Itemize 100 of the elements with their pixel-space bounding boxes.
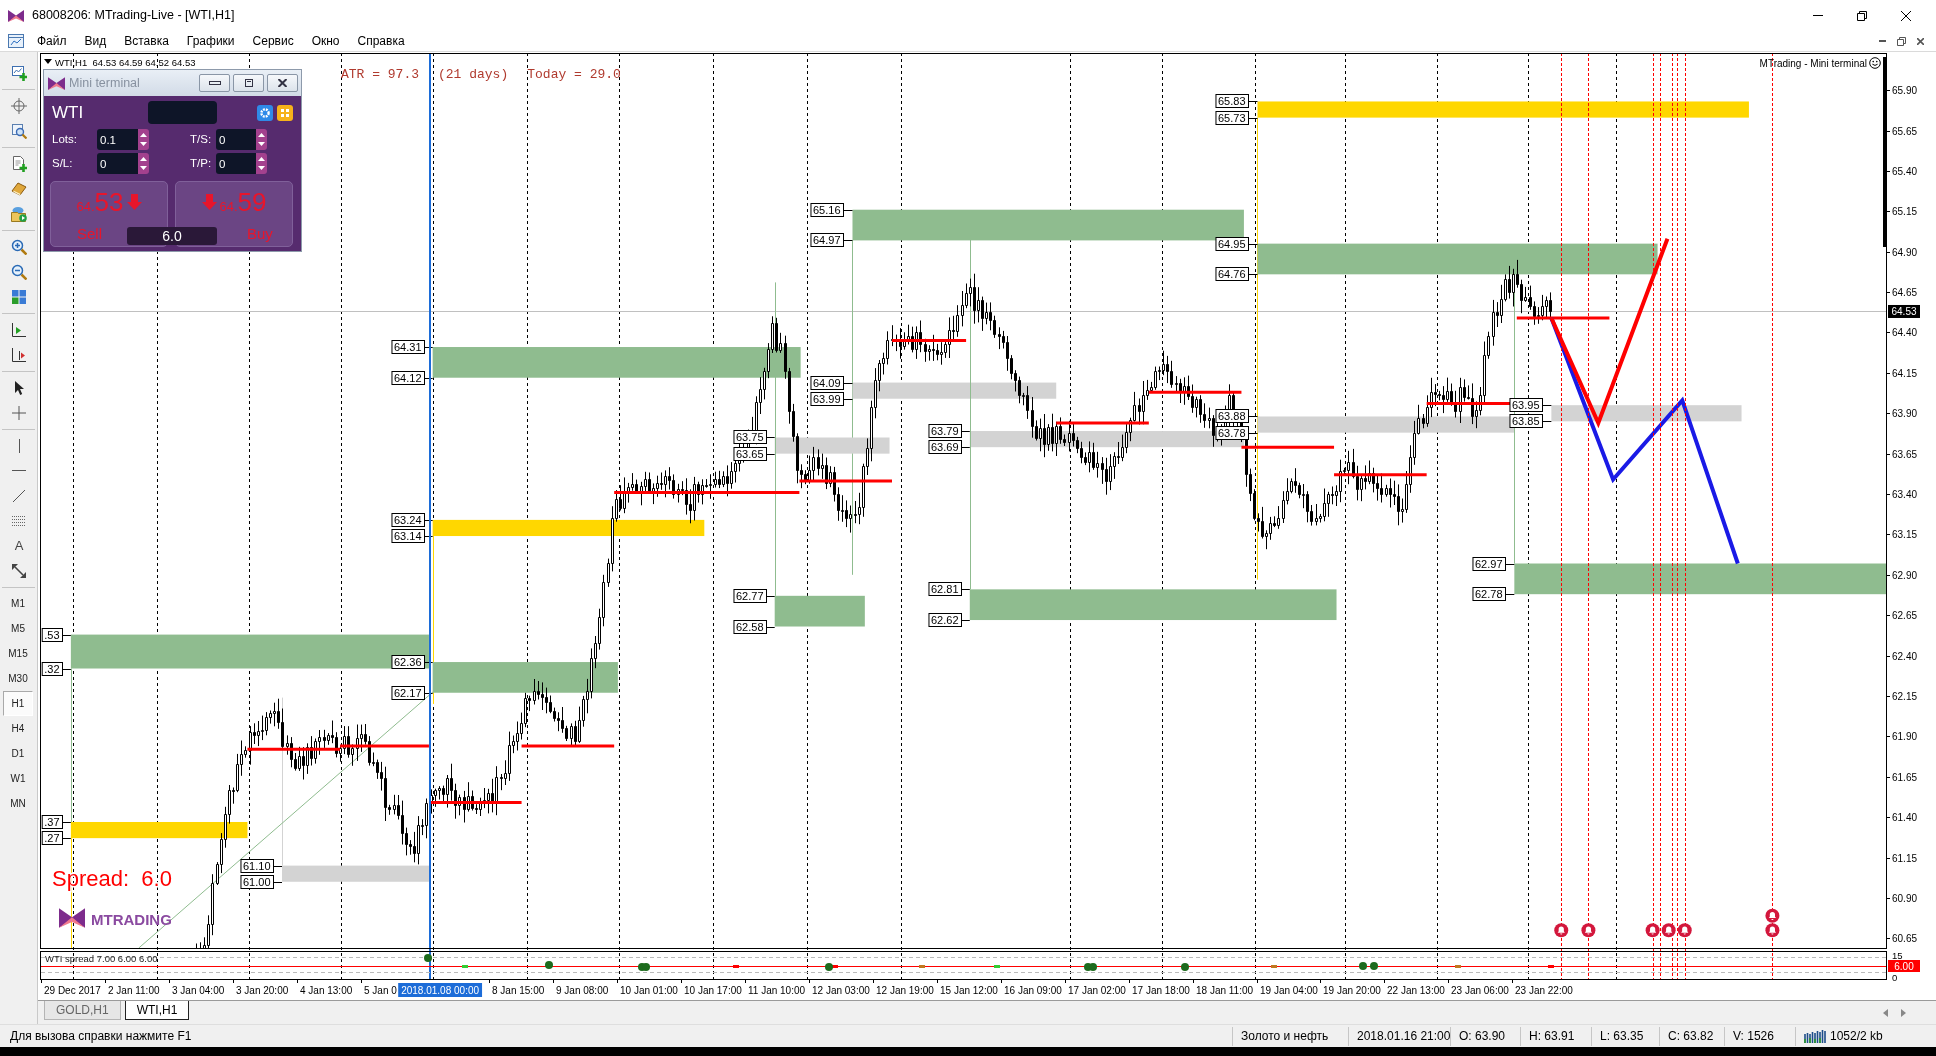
axis-label: 62.90 [1892, 570, 1918, 581]
axis-label: 64.65 [1892, 287, 1918, 298]
timeframe-button[interactable]: M1 [3, 591, 33, 616]
axis-label: 63.65 [1892, 449, 1918, 460]
value-tag: 6.00 [1888, 960, 1920, 972]
input-field[interactable]: 0 [216, 129, 256, 150]
axis-label: 0 [1892, 971, 1898, 983]
timeframe-button[interactable]: MN [3, 791, 33, 816]
price-label: 61.00 [240, 875, 274, 889]
spinner-control[interactable] [138, 153, 149, 174]
down-arrow-icon [201, 194, 217, 210]
field-label: T/S: [190, 131, 213, 147]
time-label: 10 Jan 01:00 [620, 985, 678, 996]
symbol-label: WTI [52, 104, 84, 121]
chart-restore-button[interactable] [1894, 34, 1909, 48]
chart-tab[interactable]: WTI,H1 [124, 1001, 190, 1020]
price-label: 63.14 [391, 529, 425, 543]
price-label: .53 [41, 628, 63, 642]
spinner-control[interactable] [256, 153, 267, 174]
axis-label: 60.65 [1892, 933, 1918, 944]
indicator-label: Today = 29.0 [527, 67, 621, 82]
price-label: 64.31 [391, 340, 425, 354]
spread-value: 6.0 [127, 227, 217, 245]
menu-item[interactable]: Графики [177, 32, 244, 50]
price-text: 64.53 [76, 189, 124, 215]
chart-header: WTI,H1 64.53 64.59 64.52 64.53 [55, 57, 196, 68]
time-label: 5 Jan 0 [364, 985, 397, 996]
time-label: 8 Jan 15:00 [492, 985, 545, 996]
menu-item[interactable]: Вставка [115, 32, 178, 50]
time-label: 10 Jan 17:00 [684, 985, 742, 996]
timeframe-button[interactable]: H4 [3, 716, 33, 741]
bell-icon [1661, 923, 1676, 938]
up-arrow-icon [140, 157, 147, 162]
time-label: 2 Jan 11:00 [108, 985, 160, 996]
axis-label: 64.90 [1892, 247, 1918, 258]
zoom-in-icon [11, 238, 27, 255]
down-arrow-icon [126, 194, 142, 210]
logo-text: MTRADING [91, 911, 172, 928]
vertical-line-icon [18, 438, 20, 453]
status-text: O: 63.90 [1459, 1027, 1506, 1045]
axis-label: 62.65 [1892, 610, 1918, 621]
time-label: 19 Jan 20:00 [1323, 985, 1381, 996]
input-field[interactable]: 0 [97, 153, 138, 174]
book-icon [11, 181, 27, 196]
maximize-button[interactable] [233, 74, 264, 92]
autoscroll-icon [12, 347, 26, 362]
axis-label: 63.15 [1892, 529, 1918, 540]
time-label: 12 Jan 19:00 [876, 985, 934, 996]
close-button[interactable] [267, 74, 298, 92]
up-arrow-icon [258, 157, 265, 162]
minimize-button[interactable] [199, 74, 230, 92]
time-label: 16 Jan 09:00 [1004, 985, 1062, 996]
menu-item[interactable]: Сервис [243, 32, 303, 50]
spinner-control[interactable] [138, 129, 149, 150]
timeframe-button[interactable]: W1 [3, 766, 33, 791]
text-tool-button[interactable]: A [5, 533, 33, 558]
squares-icon [277, 104, 293, 121]
timeframe-button[interactable]: M30 [3, 666, 33, 691]
sell-label: Sell [77, 226, 102, 243]
price-label: 63.24 [391, 513, 425, 527]
price-label: 63.78 [1215, 426, 1249, 440]
menu-item[interactable]: Окно [302, 32, 349, 50]
chart-shift-icon [12, 322, 26, 337]
price-label: 64.12 [391, 371, 425, 385]
price-label: 65.83 [1215, 94, 1249, 108]
chart-plus-icon [11, 64, 27, 81]
bell-icon [1765, 908, 1780, 923]
time-label: 23 Jan 06:00 [1451, 985, 1509, 996]
axis-label: 61.15 [1892, 853, 1918, 864]
restore-icon [1897, 36, 1906, 46]
status-text: C: 63.82 [1668, 1027, 1714, 1045]
axis-label: 60.90 [1892, 893, 1918, 904]
status-text: L: 63.35 [1600, 1027, 1644, 1045]
dropdown-triangle-icon [44, 59, 52, 64]
crosshair-icon [11, 97, 27, 114]
input-field[interactable]: 0.1 [97, 129, 138, 150]
time-label: 17 Jan 18:00 [1132, 985, 1190, 996]
menu-item[interactable]: Файл [28, 32, 76, 50]
axis-label: 62.40 [1892, 651, 1918, 662]
timeframe-button[interactable]: M15 [3, 641, 33, 666]
input-field[interactable]: 0 [216, 153, 256, 174]
timeframe-button[interactable]: D1 [3, 741, 33, 766]
down-arrow-icon [258, 165, 265, 170]
window-title: Mini terminal [69, 74, 140, 92]
window-title: 68008206: MTrading-Live - [WTI,H1] [32, 7, 235, 25]
timeframe-button[interactable]: M5 [3, 616, 33, 641]
bell-icon [1677, 923, 1692, 938]
document-plus-icon [11, 155, 27, 172]
menu-item[interactable]: Справка [348, 32, 414, 50]
chart-tab[interactable]: GOLD,H1 [44, 1001, 121, 1020]
input-field[interactable] [148, 101, 218, 124]
tile-windows-icon [12, 289, 26, 304]
folder-play-icon [11, 205, 27, 222]
menu-item[interactable]: Вид [75, 32, 116, 50]
time-label: 29 Dec 2017 [44, 985, 101, 996]
spinner-control[interactable] [256, 129, 267, 150]
timeframe-button[interactable]: H1 [3, 691, 33, 716]
price-label: 62.97 [1472, 557, 1506, 571]
time-label: 22 Jan 13:00 [1387, 985, 1445, 996]
axis-label: 64.40 [1892, 327, 1918, 338]
